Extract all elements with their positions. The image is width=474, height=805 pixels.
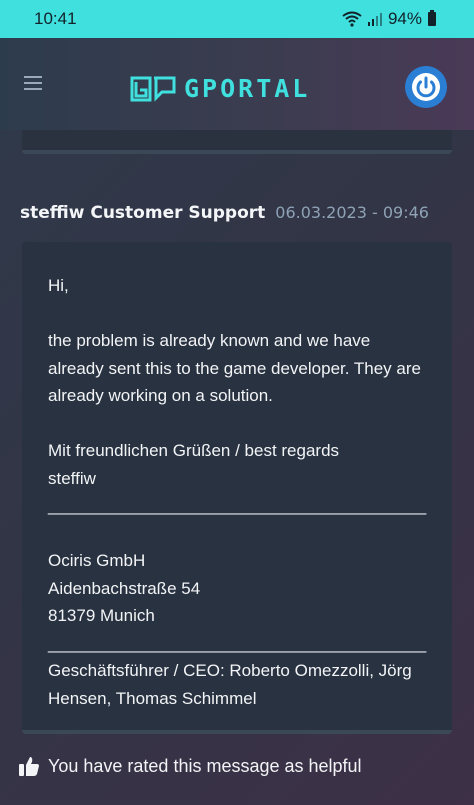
separator-line: ________________________________________ bbox=[48, 633, 427, 653]
separator-line: ________________________________________ bbox=[48, 496, 427, 515]
message-line: the problem is already known and we have bbox=[48, 331, 371, 350]
message-line: already sent this to the game developer.… bbox=[48, 358, 421, 378]
brand-logo[interactable]: GPORTAL bbox=[130, 74, 310, 103]
battery-percent: 94% bbox=[387, 9, 422, 28]
message-line: Mit freundlichen Grüßen / best regards bbox=[48, 441, 340, 460]
status-icons: 94% bbox=[342, 9, 436, 29]
status-time: 10:41 bbox=[34, 9, 77, 28]
message-card: Hi, the problem is already known and we … bbox=[22, 242, 452, 734]
menu-icon[interactable] bbox=[24, 76, 42, 94]
message-line: already working on a solution. bbox=[48, 386, 273, 405]
power-icon bbox=[412, 73, 440, 101]
message-line: steffiw bbox=[48, 468, 96, 488]
gportal-logo-icon bbox=[130, 76, 176, 102]
app-header: GPORTAL bbox=[0, 38, 474, 130]
helpful-text: You have rated this message as helpful bbox=[48, 755, 362, 776]
signal-icon bbox=[367, 13, 382, 26]
message-line: Ociris GmbH bbox=[48, 551, 146, 570]
message-line: 81379 Munich bbox=[48, 606, 155, 625]
wifi-icon bbox=[342, 11, 362, 27]
message-line: Hensen, Thomas Schimmel bbox=[48, 688, 257, 708]
message-line: Hi, bbox=[48, 276, 69, 295]
account-power-button[interactable] bbox=[405, 66, 447, 108]
message-date: 06.03.2023 - 09:46 bbox=[275, 203, 429, 222]
brand-name: GPORTAL bbox=[184, 74, 311, 103]
previous-message-card bbox=[22, 130, 452, 154]
message-line: Aidenbachstraße 54 bbox=[48, 578, 201, 598]
message-author: steffiw Customer Support bbox=[20, 203, 266, 223]
helpful-rating: You have rated this message as helpful bbox=[18, 755, 362, 777]
thumbs-up-icon[interactable] bbox=[18, 755, 40, 777]
message-meta: steffiw Customer Support 06.03.2023 - 09… bbox=[20, 203, 429, 223]
message-line: Geschäftsführer / CEO: Roberto Omezzolli… bbox=[48, 661, 412, 680]
status-bar: 10:41 94% bbox=[0, 0, 474, 38]
battery-icon bbox=[428, 10, 436, 26]
